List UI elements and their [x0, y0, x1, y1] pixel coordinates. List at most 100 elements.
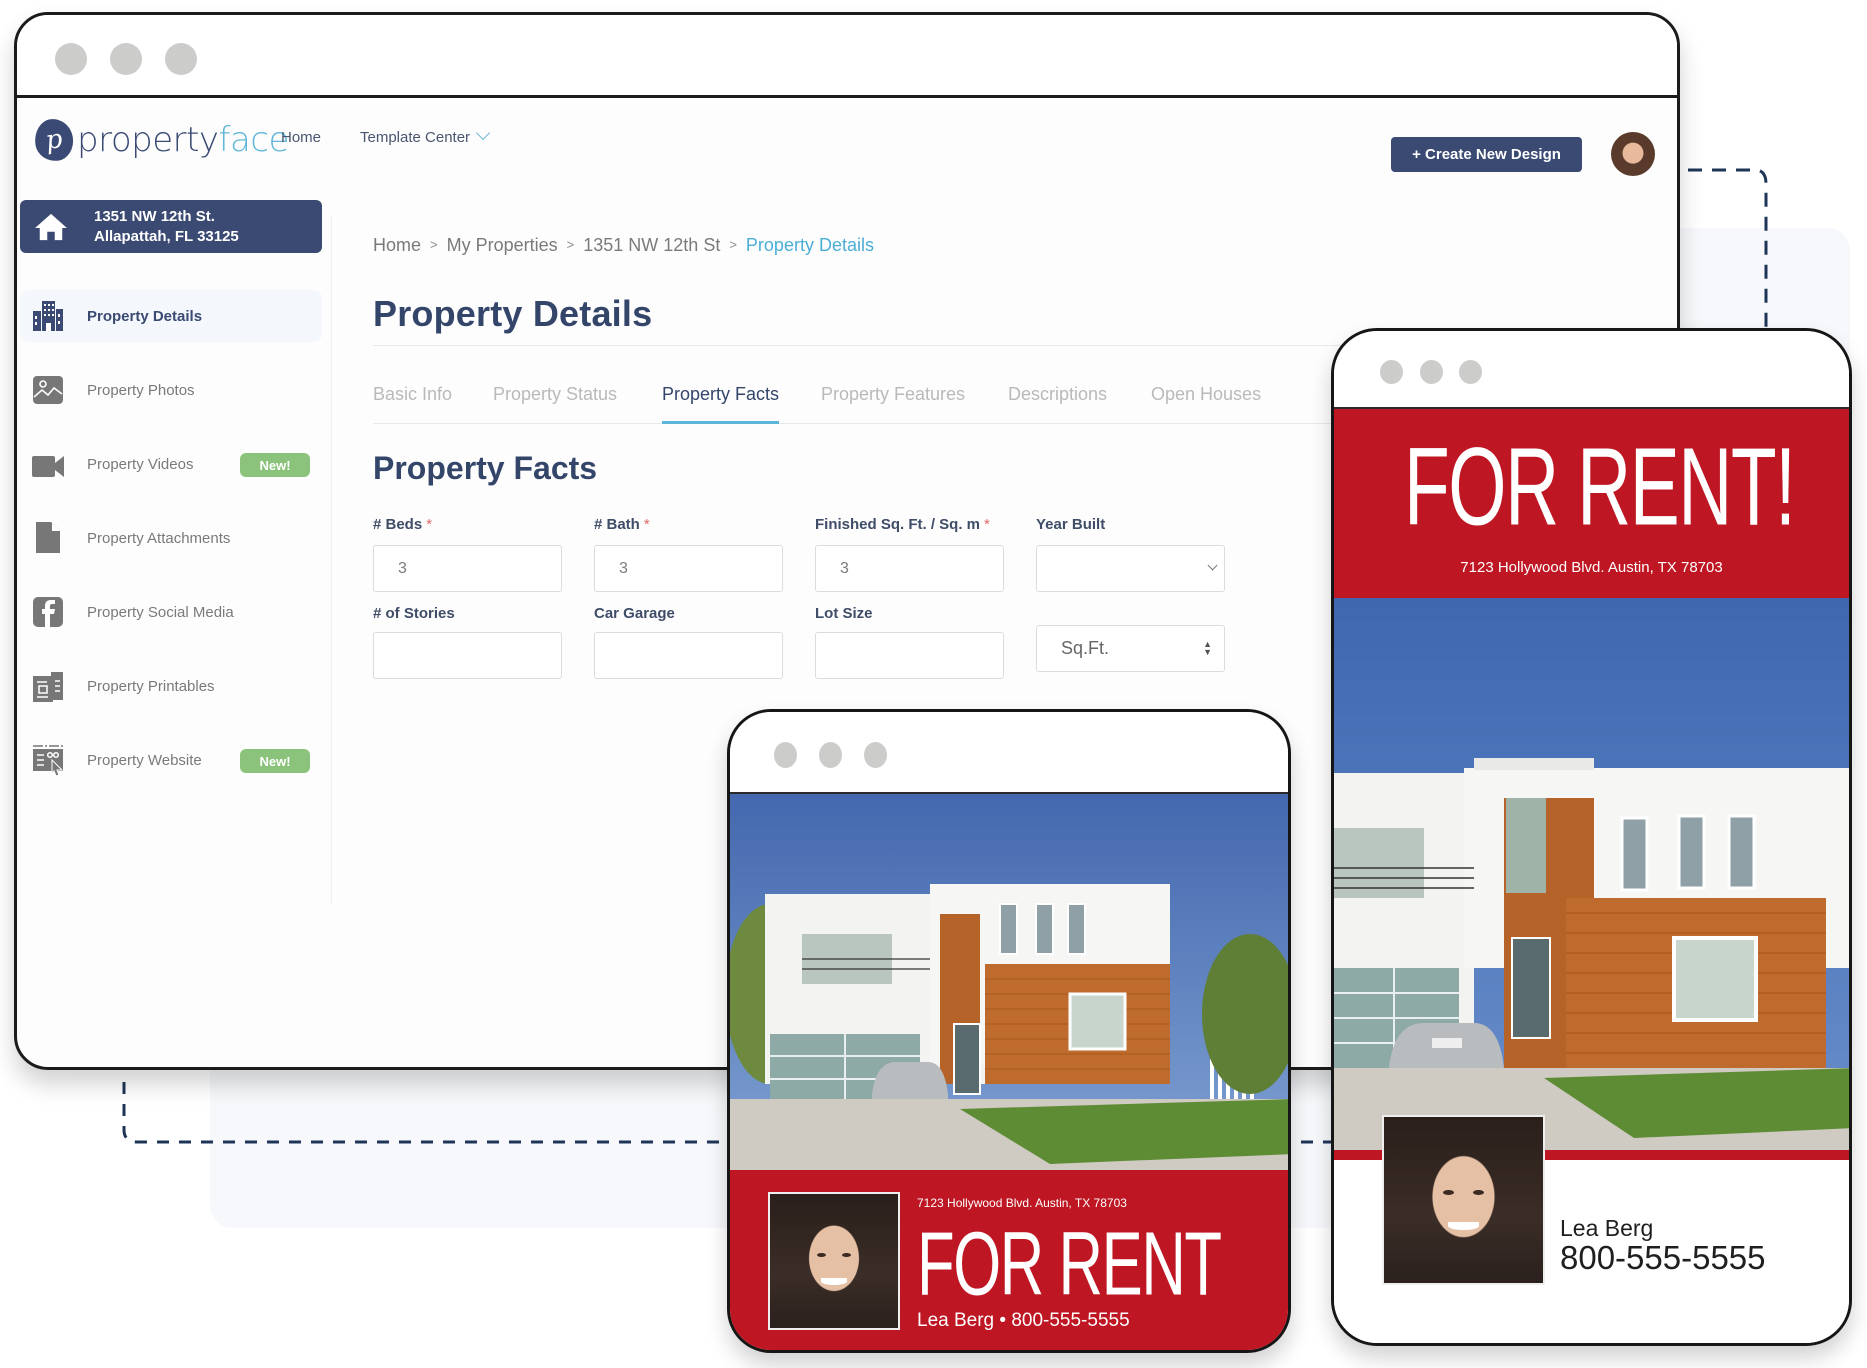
- year-built-select[interactable]: [1036, 545, 1225, 592]
- window-dot-2: [1420, 360, 1443, 384]
- tab-property-features[interactable]: Property Features: [821, 384, 965, 424]
- lot-unit-value: Sq.Ft.: [1061, 638, 1110, 658]
- sidebar-item-property-details[interactable]: Property Details: [20, 290, 322, 342]
- agent-photo-detail: [841, 1252, 851, 1257]
- required-mark: *: [643, 516, 650, 533]
- new-badge: New!: [240, 749, 310, 773]
- user-avatar[interactable]: [1611, 132, 1655, 176]
- nav-home[interactable]: Home: [281, 129, 321, 146]
- logo-text-property: property: [77, 120, 219, 160]
- agent-photo-detail: [817, 1252, 827, 1257]
- window-dot-1: [1380, 360, 1403, 384]
- chevron-down-icon: [475, 125, 491, 141]
- beds-value: 3: [398, 559, 407, 577]
- window-dot-3: [1459, 360, 1482, 384]
- agent-line: Lea Berg • 800-555-5555: [917, 1310, 1130, 1331]
- nav-template-center-label: Template Center: [360, 129, 471, 146]
- new-badge: New!: [240, 453, 310, 477]
- sidebar-item-label: Property Attachments: [87, 529, 231, 547]
- tab-property-status[interactable]: Property Status: [493, 384, 617, 424]
- agent-phone: 800-555-5555: [1560, 1239, 1766, 1276]
- app-header: p propertyface Home Template Center + Cr…: [17, 101, 1677, 179]
- sidebar-item-property-social-media[interactable]: Property Social Media: [20, 586, 322, 638]
- logo-mark-icon: p: [32, 116, 76, 164]
- house-photo-illustration: [1334, 598, 1849, 1160]
- breadcrumb-home[interactable]: Home: [373, 235, 421, 255]
- sidebar-item-label: Property Photos: [87, 381, 195, 399]
- window-dot-1: [774, 742, 797, 768]
- lot-size-input[interactable]: [815, 632, 1004, 679]
- bath-value: 3: [619, 559, 628, 577]
- sidebar-item-label: Property Printables: [87, 677, 215, 695]
- tab-descriptions[interactable]: Descriptions: [1008, 384, 1107, 424]
- agent-name: Lea Berg: [1560, 1215, 1654, 1241]
- chevron-down-icon: [1207, 560, 1218, 571]
- lot-size-label: Lot Size: [815, 605, 873, 622]
- house-photo: [1334, 598, 1849, 1160]
- website-icon: [33, 745, 64, 777]
- bath-label-text: # Bath: [594, 516, 640, 533]
- sidebar-item-property-photos[interactable]: Property Photos: [20, 364, 322, 416]
- agent-photo-detail: [1442, 1190, 1454, 1195]
- garage-input[interactable]: [594, 632, 783, 679]
- address-line-1: 1351 NW 12th St.: [94, 207, 215, 225]
- property-address: 1351 NW 12th St. Allapattah, FL 33125: [94, 207, 239, 247]
- create-new-design-button[interactable]: + Create New Design: [1391, 137, 1582, 172]
- property-address-card[interactable]: 1351 NW 12th St. Allapattah, FL 33125: [20, 200, 322, 253]
- flyer-footer-band: 7123 Hollywood Blvd. Austin, TX 78703 FO…: [730, 1170, 1288, 1350]
- tab-property-facts[interactable]: Property Facts: [662, 384, 780, 424]
- window-dot-1: [55, 43, 87, 75]
- logo-text: propertyface: [77, 120, 289, 160]
- sqft-input[interactable]: 3: [815, 545, 1004, 592]
- buildings-icon: [33, 301, 63, 331]
- image-icon: [33, 376, 63, 404]
- agent-photo: [1382, 1115, 1545, 1285]
- window-titlebar: [17, 15, 1677, 98]
- agent-photo-detail: [1473, 1190, 1485, 1195]
- logo[interactable]: p propertyface: [32, 116, 289, 164]
- sidebar-item-property-videos[interactable]: Property Videos New!: [20, 438, 322, 490]
- agent-photo-detail: [821, 1278, 847, 1286]
- sqft-value: 3: [840, 559, 849, 577]
- beds-input[interactable]: 3: [373, 545, 562, 592]
- garage-label: Car Garage: [594, 605, 675, 622]
- house-photo-illustration: [730, 794, 1288, 1170]
- updown-arrows-icon: ▲ ▼: [1203, 639, 1212, 657]
- section-title: Property Facts: [373, 450, 598, 486]
- sidebar-item-label: Property Social Media: [87, 603, 234, 621]
- sidebar-item-property-attachments[interactable]: Property Attachments: [20, 512, 322, 564]
- bath-input[interactable]: 3: [594, 545, 783, 592]
- stories-input[interactable]: [373, 632, 562, 679]
- facebook-icon: [33, 597, 63, 627]
- sidebar-item-property-website[interactable]: Property Website New!: [20, 734, 322, 786]
- required-mark: *: [426, 516, 433, 533]
- flyer-header-band: FOR RENT! 7123 Hollywood Blvd. Austin, T…: [1334, 409, 1849, 598]
- breadcrumb-my-properties[interactable]: My Properties: [447, 235, 558, 255]
- sidebar-item-label: Property Videos: [87, 455, 194, 473]
- tab-bar: Basic Info Property Status Property Fact…: [373, 384, 1403, 424]
- breadcrumb-separator: >: [430, 237, 438, 252]
- window-dot-3: [165, 43, 197, 75]
- bath-label: # Bath *: [594, 516, 650, 533]
- sidebar: 1351 NW 12th St. Allapattah, FL 33125 Pr…: [17, 179, 337, 899]
- sidebar-item-property-printables[interactable]: Property Printables: [20, 660, 322, 712]
- agent-photo: [768, 1192, 900, 1330]
- window-dot-2: [819, 742, 842, 768]
- breadcrumb-current: Property Details: [745, 235, 874, 255]
- sidebar-item-label: Property Website: [87, 751, 202, 769]
- breadcrumb-separator: >: [729, 237, 737, 252]
- breadcrumb-property[interactable]: 1351 NW 12th St: [583, 235, 720, 255]
- flyer-address: 7123 Hollywood Blvd. Austin, TX 78703: [1460, 559, 1723, 576]
- video-camera-icon: [32, 456, 64, 477]
- tab-open-houses[interactable]: Open Houses: [1151, 384, 1261, 424]
- home-icon: [35, 213, 67, 240]
- lot-unit-select[interactable]: Sq.Ft. ▲ ▼: [1036, 625, 1225, 672]
- beds-label-text: # Beds: [373, 516, 423, 533]
- stories-label: # of Stories: [373, 605, 455, 622]
- sidebar-item-label: Property Details: [87, 307, 203, 325]
- nav-template-center[interactable]: Template Center: [360, 125, 491, 146]
- flyer-address: 7123 Hollywood Blvd. Austin, TX 78703: [917, 1196, 1127, 1210]
- breadcrumb-separator: >: [566, 237, 575, 252]
- address-line-2: Allapattah, FL 33125: [94, 227, 239, 245]
- tab-basic-info[interactable]: Basic Info: [373, 384, 452, 424]
